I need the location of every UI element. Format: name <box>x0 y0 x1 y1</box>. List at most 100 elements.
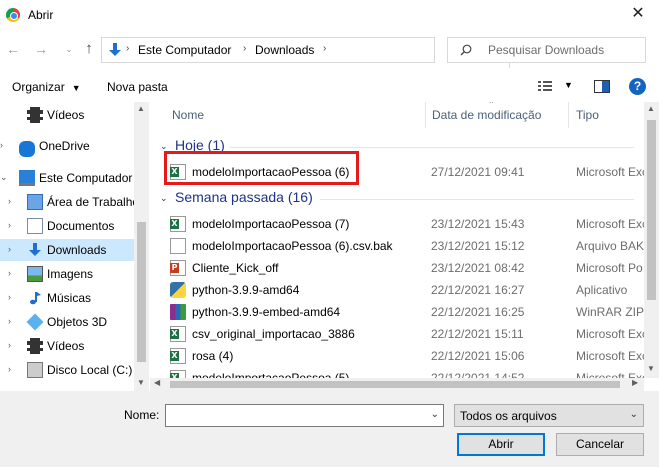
expand-chevron-icon[interactable]: › <box>8 220 16 230</box>
python-icon <box>170 282 186 298</box>
file-name: rosa (4) <box>192 349 234 363</box>
tree-item-label: Downloads <box>47 243 107 257</box>
open-button[interactable]: Abrir <box>457 433 545 456</box>
organize-menu[interactable]: Organizar ▼ <box>12 80 81 94</box>
forward-arrow-icon[interactable]: → <box>32 39 50 59</box>
expand-chevron-icon[interactable]: › <box>8 292 16 302</box>
file-type: Microsoft Exc <box>576 327 644 341</box>
objects-3d-icon <box>26 313 44 331</box>
collapse-chevron-icon[interactable]: ⌄ <box>160 193 168 204</box>
tree-item[interactable]: › OneDrive <box>0 135 149 157</box>
breadcrumb-este-computador[interactable]: Este Computador <box>138 43 231 57</box>
file-row[interactable]: python-3.9.9-embed-amd64 22/12/2021 16:25… <box>150 301 644 323</box>
caret-down-icon: ▼ <box>71 83 81 93</box>
recent-locations-icon[interactable]: ⌄ <box>60 39 78 59</box>
search-box[interactable] <box>447 37 646 63</box>
scroll-left-icon[interactable]: ◀ <box>154 378 160 387</box>
title-bar: Abrir ✕ <box>0 0 659 31</box>
file-date: 22/12/2021 15:06 <box>431 349 525 363</box>
filename-input[interactable] <box>169 408 419 423</box>
scroll-right-icon[interactable]: ▶ <box>632 378 638 387</box>
tree-item[interactable]: › Imagens <box>0 263 149 285</box>
expand-chevron-icon[interactable]: ⌄ <box>0 172 8 183</box>
column-header-type[interactable]: Tipo <box>576 102 599 128</box>
expand-chevron-icon[interactable]: › <box>8 364 16 374</box>
expand-chevron-icon[interactable]: › <box>8 340 16 350</box>
tree-item-label: Este Computador <box>39 171 133 185</box>
close-icon[interactable]: ✕ <box>627 3 649 25</box>
tree-item[interactable]: › Downloads <box>0 239 149 261</box>
file-name: modeloImportacaoPessoa (7) <box>192 217 350 231</box>
tree-item[interactable]: ⌄ Este Computador <box>0 167 149 189</box>
back-arrow-icon[interactable]: ← <box>4 39 22 59</box>
tree-item[interactable]: › Músicas <box>0 287 149 309</box>
scroll-up-icon[interactable]: ▲ <box>647 104 655 113</box>
file-row[interactable]: rosa (4) 22/12/2021 15:06 Microsoft Exc <box>150 345 644 367</box>
breadcrumb-downloads[interactable]: Downloads <box>255 43 314 57</box>
breadcrumb-separator-icon: › <box>323 43 327 54</box>
dialog-footer: Nome: ⌄ Todos os arquivos ⌄ Abrir Cancel… <box>0 391 659 467</box>
file-row[interactable]: modeloImportacaoPessoa (5) 22/12/2021 14:… <box>150 367 644 378</box>
expand-chevron-icon[interactable]: › <box>8 244 16 254</box>
scrollbar-thumb[interactable] <box>647 120 656 300</box>
column-separator[interactable] <box>425 102 426 128</box>
search-input[interactable] <box>488 42 638 58</box>
tree-item-label: Documentos <box>47 219 115 233</box>
view-options-caret-icon[interactable]: ▼ <box>564 80 573 90</box>
chevron-down-icon: ⌄ <box>629 409 638 420</box>
file-row[interactable]: python-3.9.9-amd64 22/12/2021 16:27 Aplica… <box>150 279 644 301</box>
tree-item[interactable]: › Documentos <box>0 215 149 237</box>
expand-chevron-icon[interactable]: › <box>8 268 16 278</box>
help-icon[interactable]: ? <box>629 78 646 95</box>
breadcrumb-separator-icon: › <box>243 43 247 54</box>
column-header-date[interactable]: Data de modificação <box>432 102 541 128</box>
scroll-up-icon[interactable]: ▲ <box>137 104 145 113</box>
address-row: ← → ⌄ ↑ › Este Computador › Downloads › … <box>0 33 659 68</box>
tree-item[interactable]: › Disco Local (C:) <box>0 359 149 381</box>
command-bar: Organizar ▼ Nova pasta ▼ ? <box>0 72 659 102</box>
chevron-down-icon[interactable]: ⌄ <box>431 409 439 420</box>
file-row[interactable]: modeloImportacaoPessoa (6).csv.bak 23/12/… <box>150 235 644 257</box>
tree-item[interactable]: › Objetos 3D <box>0 311 149 333</box>
tree-item-label: Músicas <box>47 291 92 305</box>
up-arrow-icon[interactable]: ↑ <box>80 39 98 59</box>
scroll-down-icon[interactable]: ▼ <box>647 364 655 373</box>
file-date: 22/12/2021 14:52 <box>431 371 525 378</box>
documents-icon <box>27 218 43 234</box>
expand-chevron-icon[interactable]: › <box>8 316 16 326</box>
file-type: WinRAR ZIP a <box>576 305 644 319</box>
file-date: 27/12/2021 09:41 <box>431 165 525 179</box>
scrollbar-thumb[interactable] <box>170 381 620 388</box>
group-label: Semana passada (16) <box>175 189 313 205</box>
tree-item[interactable]: Vídeos <box>0 104 149 126</box>
view-details-icon[interactable] <box>538 80 552 92</box>
disk-icon <box>27 362 43 378</box>
address-bar[interactable]: › Este Computador › Downloads › ⌄ ↻ <box>101 37 528 68</box>
file-row[interactable]: csv_original_importacao_3886 22/12/2021 1… <box>150 323 644 345</box>
file-list-horizontal-scrollbar[interactable]: ◀ ▶ <box>150 378 644 391</box>
tree-item[interactable]: › Área de Trabalho <box>0 191 149 213</box>
preview-pane-icon[interactable] <box>594 80 610 93</box>
scrollbar-thumb[interactable] <box>137 222 146 362</box>
new-folder-button[interactable]: Nova pasta <box>107 80 168 94</box>
file-list-vertical-scrollbar[interactable]: ▲ ▼ <box>644 102 659 378</box>
excel-icon <box>170 348 186 364</box>
expand-chevron-icon[interactable]: › <box>8 196 16 206</box>
filename-combobox[interactable]: ⌄ <box>165 404 444 427</box>
column-separator[interactable] <box>568 102 569 128</box>
file-name: modeloImportacaoPessoa (6).csv.bak <box>192 239 393 253</box>
file-date: 23/12/2021 08:42 <box>431 261 525 275</box>
filetype-select[interactable]: Todos os arquivos ⌄ <box>454 404 644 427</box>
navigation-pane-scrollbar[interactable]: ▲ ▼ <box>134 102 149 391</box>
file-row[interactable]: modeloImportacaoPessoa (7) 23/12/2021 15:… <box>150 213 644 235</box>
excel-icon <box>170 326 186 342</box>
scroll-down-icon[interactable]: ▼ <box>137 378 145 387</box>
tree-item[interactable]: › Vídeos <box>0 335 149 357</box>
cancel-button[interactable]: Cancelar <box>556 433 644 456</box>
file-type: Microsoft Po <box>576 261 643 275</box>
column-header-name[interactable]: Nome <box>172 102 204 128</box>
expand-chevron-icon[interactable]: › <box>0 140 8 150</box>
file-row[interactable]: Cliente_Kick_off 23/12/2021 08:42 Microsof… <box>150 257 644 279</box>
file-list: Nome ⌃ Data de modificação Tipo ⌄ Hoje (1… <box>150 102 644 378</box>
file-date: 22/12/2021 16:27 <box>431 283 525 297</box>
